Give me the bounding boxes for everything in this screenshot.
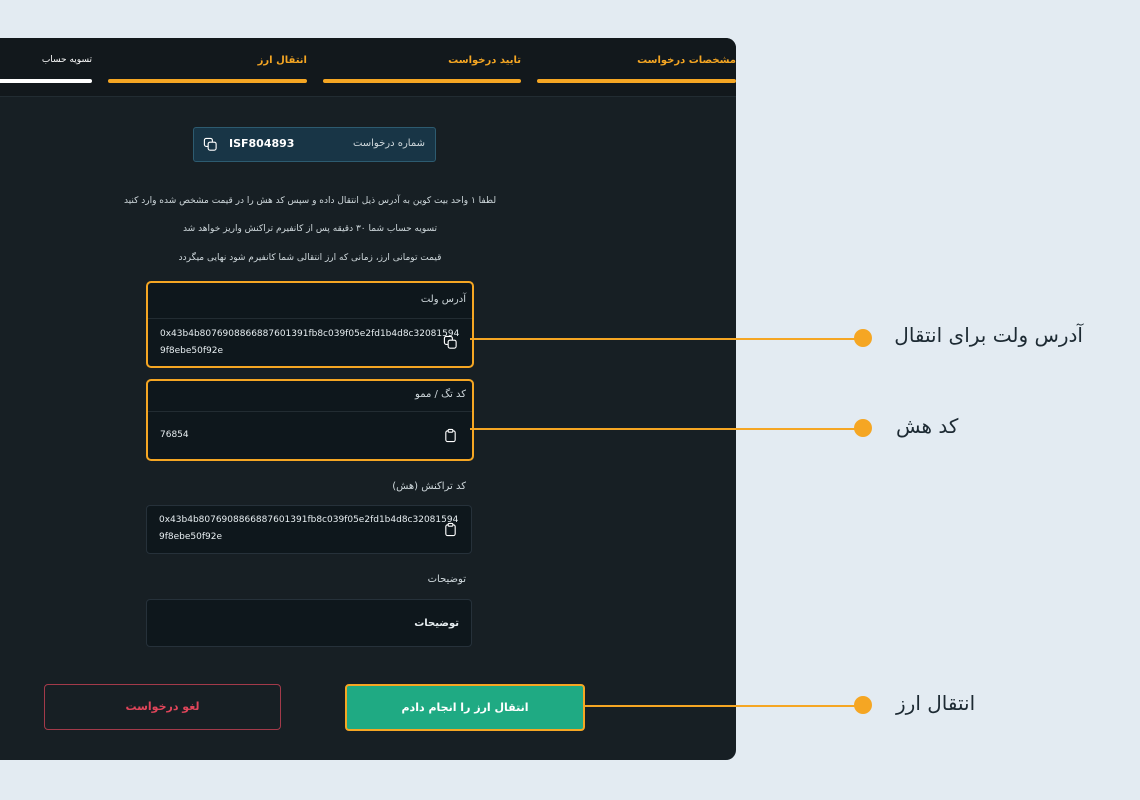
step-label: تایید درخواست	[448, 55, 521, 66]
callout-wallet-address: آدرس ولت برای انتقال	[894, 323, 1083, 347]
wallet-address-value: 0x43b4b8076908866887601391fb8c039f05e2fd…	[160, 326, 459, 360]
copy-icon[interactable]	[443, 335, 458, 350]
step-progress-bar	[537, 79, 736, 83]
callout-dot	[854, 329, 872, 347]
callout-line	[583, 705, 863, 707]
callout-line	[470, 428, 863, 430]
transaction-hash-line: 0x43b4b8076908866887601391fb8c039f05e2fd…	[159, 515, 459, 525]
callout-line	[470, 338, 863, 340]
wallet-address-line: 9f8ebe50f92e	[160, 346, 224, 356]
wallet-address-label: آدرس ولت	[420, 294, 466, 305]
step-progress-bar	[108, 79, 307, 83]
transaction-hash-field[interactable]: 0x43b4b8076908866887601391fb8c039f05e2fd…	[146, 505, 472, 554]
step-progress-bar	[0, 79, 92, 83]
callout-transfer: انتقال ارز	[896, 691, 976, 715]
request-number: ISF804893	[229, 137, 295, 150]
wallet-address-card: آدرس ولت 0x43b4b8076908866887601391fb8c0…	[146, 281, 474, 368]
step-progress-bar	[323, 79, 521, 83]
copy-icon[interactable]	[203, 137, 218, 152]
callout-hash-code: کد هش	[896, 414, 959, 438]
info-text: تسویه حساب شما ۳۰ دقیقه پس از کانفیرم تر…	[182, 224, 438, 234]
callout-dot	[854, 696, 872, 714]
step-label: مشخصات درخواست	[637, 55, 736, 66]
notes-label: توضیحات	[427, 574, 466, 585]
clipboard-icon[interactable]	[443, 428, 458, 443]
step-request-details: مشخصات درخواست	[537, 54, 736, 84]
divider	[148, 318, 472, 319]
info-text: لطفا ۱ واحد بیت کوین به آدرس ذیل انتقال …	[123, 196, 497, 206]
notes-placeholder: توضیحات	[414, 618, 459, 629]
step-settlement: تسویه حساب	[0, 54, 92, 84]
divider	[148, 411, 472, 412]
step-label: تسویه حساب	[41, 55, 92, 65]
info-text: قیمت تومانی ارز، زمانی که ارز انتقالی شم…	[178, 253, 442, 263]
step-confirm-request: تایید درخواست	[323, 54, 521, 84]
transfer-done-button[interactable]: انتقال ارز را انجام دادم	[345, 684, 585, 731]
request-number-label: شماره درخواست	[352, 138, 425, 149]
notes-field[interactable]: توضیحات	[146, 599, 472, 647]
callout-dot	[854, 419, 872, 437]
settlement-panel: مشخصات درخواست تایید درخواست انتقال ارز …	[0, 38, 736, 760]
tag-memo-label: کد تگ / ممو	[415, 389, 466, 400]
stepper: مشخصات درخواست تایید درخواست انتقال ارز …	[0, 38, 736, 97]
transaction-hash-value: 0x43b4b8076908866887601391fb8c039f05e2fd…	[159, 512, 458, 546]
transaction-hash-label: کد تراکنش (هش)	[392, 481, 466, 492]
transaction-hash-line: 9f8ebe50f92e	[159, 532, 223, 542]
cancel-request-button[interactable]: لغو درخواست	[44, 684, 281, 730]
clipboard-icon[interactable]	[443, 522, 458, 537]
wallet-address-line: 0x43b4b8076908866887601391fb8c039f05e2fd…	[160, 329, 460, 339]
tag-memo-card: کد تگ / ممو 76854	[146, 379, 474, 461]
request-number-box: شماره درخواست ISF804893	[193, 127, 436, 162]
step-label: انتقال ارز	[257, 55, 307, 66]
step-transfer-currency: انتقال ارز	[108, 54, 307, 84]
tag-memo-value: 76854	[160, 430, 189, 440]
